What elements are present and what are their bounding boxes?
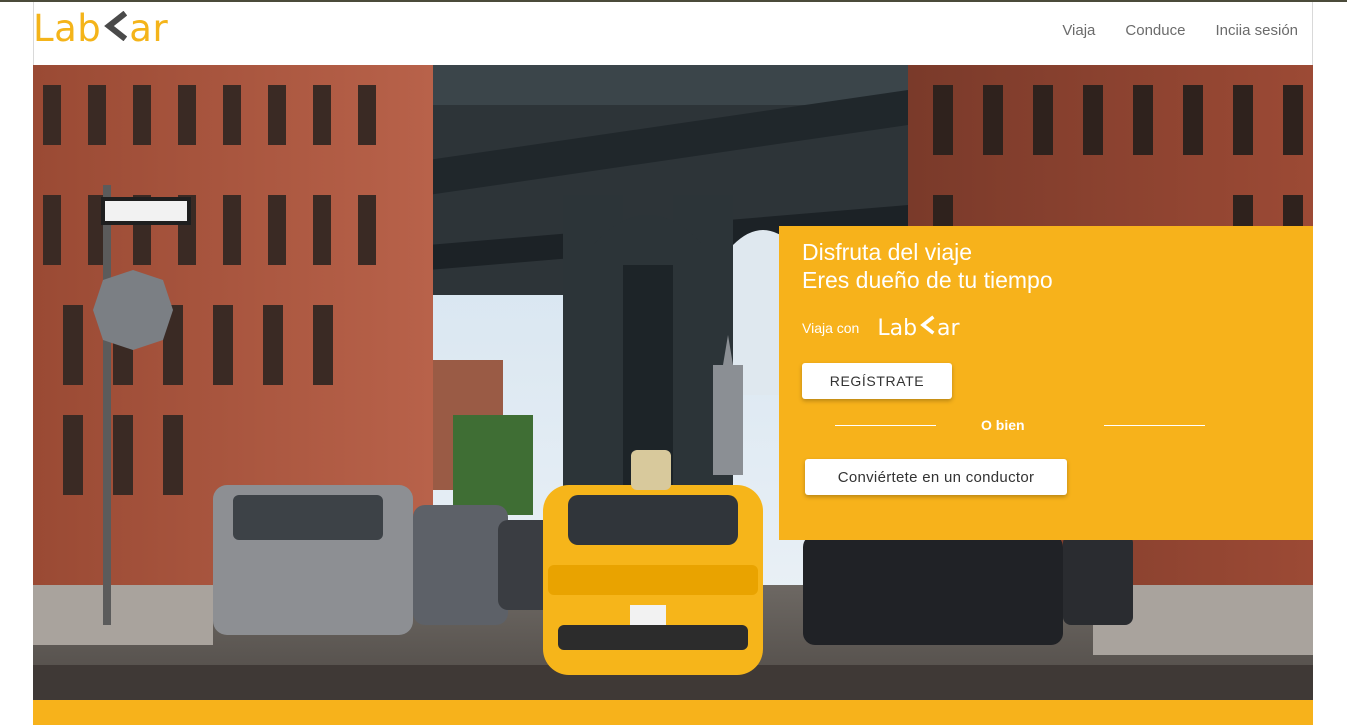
or-text: O bien bbox=[981, 417, 1025, 433]
mini-logo-right: ar bbox=[937, 315, 960, 341]
bottom-accent-bar bbox=[33, 700, 1313, 725]
viaja-con-label: Viaja con bbox=[802, 320, 860, 336]
card-title-line-2: Eres dueño de tu tiempo bbox=[802, 267, 1053, 293]
main-nav: Viaja Conduce Inciia sesión bbox=[1062, 22, 1298, 39]
card-title: Disfruta del viaje Eres dueño de tu tiem… bbox=[802, 238, 1053, 294]
divider-left bbox=[835, 425, 936, 426]
logo-chevron-icon bbox=[103, 10, 128, 46]
register-button[interactable]: REGÍSTRATE bbox=[802, 363, 952, 399]
divider-right bbox=[1104, 425, 1205, 426]
mini-logo-left: Lab bbox=[877, 315, 918, 341]
mini-logo: Lab ar bbox=[877, 315, 959, 341]
logo-text-left: Lab bbox=[33, 6, 102, 50]
viaja-con-row: Viaja con Lab ar bbox=[802, 315, 960, 341]
hero-card: Disfruta del viaje Eres dueño de tu tiem… bbox=[779, 226, 1313, 540]
nav-viaja[interactable]: Viaja bbox=[1062, 22, 1095, 39]
become-driver-button[interactable]: Conviértete en un conductor bbox=[805, 459, 1067, 495]
nav-conduce[interactable]: Conduce bbox=[1125, 22, 1185, 39]
brand-logo[interactable]: Lab ar bbox=[33, 8, 168, 48]
logo-text-right: ar bbox=[129, 6, 169, 50]
nav-login[interactable]: Inciia sesión bbox=[1215, 22, 1298, 39]
header-right-rule bbox=[1312, 2, 1313, 65]
card-title-line-1: Disfruta del viaje bbox=[802, 239, 973, 265]
mini-logo-chevron-icon bbox=[919, 315, 935, 341]
top-border bbox=[0, 0, 1347, 2]
